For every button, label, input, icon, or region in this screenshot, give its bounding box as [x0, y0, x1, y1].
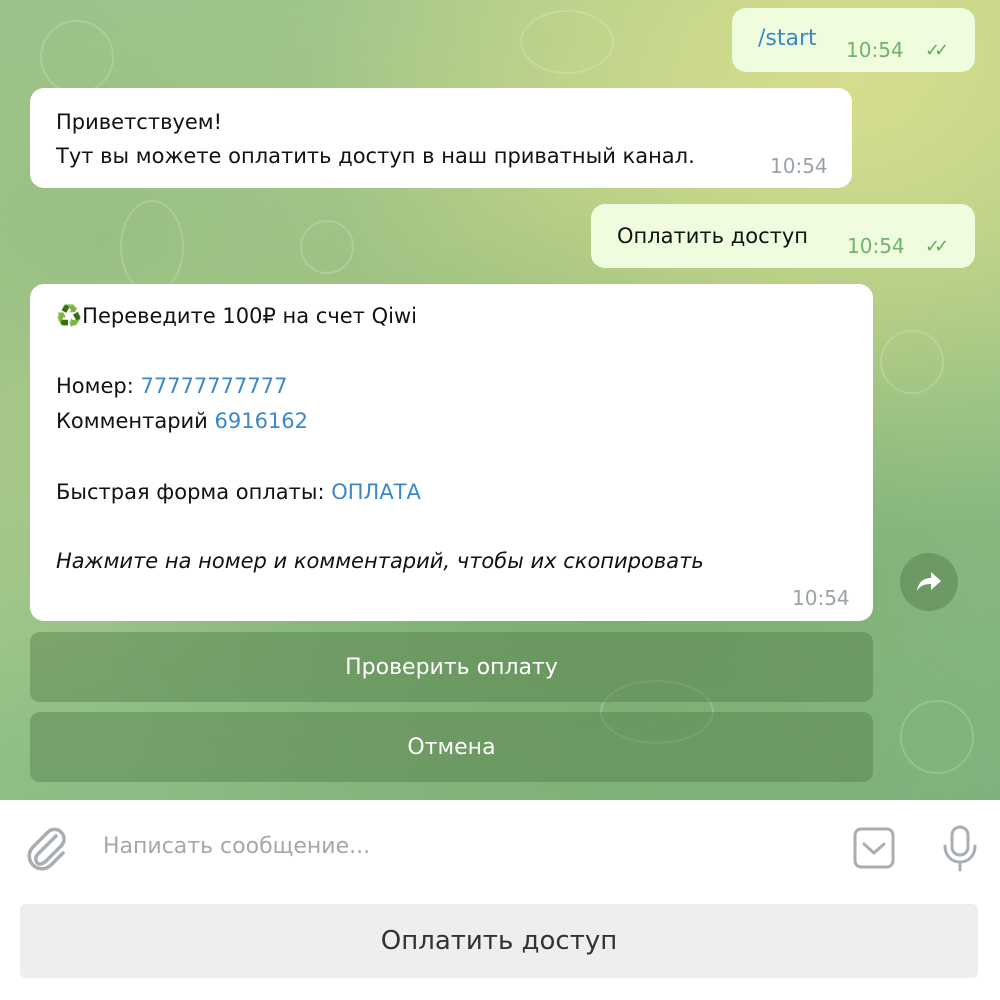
background-doodle	[300, 220, 354, 274]
check-payment-button[interactable]: Проверить оплату	[30, 632, 873, 702]
sticker-button[interactable]	[852, 826, 896, 874]
message-pay-access: Оплатить доступ 10:54 ✓✓	[591, 204, 975, 268]
message-time: 10:54	[846, 38, 904, 62]
message-payment-instructions: ♻️Переведите 100₽ на счет Qiwi Номер: 77…	[30, 284, 873, 621]
fastform-label: Быстрая форма оплаты:	[56, 480, 332, 504]
message-time: 10:54	[792, 586, 850, 610]
background-doodle	[40, 20, 114, 94]
voice-button[interactable]	[940, 824, 980, 876]
message-greeting: Приветствуем! Тут вы можете оплатить дос…	[30, 88, 852, 188]
message-input[interactable]: Написать сообщение...	[103, 834, 370, 859]
cancel-button[interactable]: Отмена	[30, 712, 873, 782]
message-text: Оплатить доступ	[617, 224, 809, 248]
recycle-icon: ♻️	[56, 304, 83, 328]
background-doodle	[120, 200, 184, 294]
fastform-payment-link[interactable]: ОПЛАТА	[331, 480, 421, 504]
message-time: 10:54	[847, 234, 905, 258]
copy-hint: Нажмите на номер и комментарий, чтобы их…	[56, 549, 704, 573]
greeting-line-1: Приветствуем!	[56, 110, 223, 134]
paperclip-icon	[27, 827, 66, 871]
forward-button[interactable]	[900, 553, 958, 611]
message-start: /start 10:54 ✓✓	[732, 8, 975, 72]
background-doodle	[880, 330, 944, 394]
forward-arrow-icon	[917, 572, 941, 591]
fastform-row: Быстрая форма оплаты: ОПЛАТА	[56, 480, 421, 504]
number-label: Номер:	[56, 374, 141, 398]
microphone-icon	[943, 825, 977, 872]
pay-access-reply-button[interactable]: Оплатить доступ	[20, 904, 978, 978]
background-doodle	[900, 700, 974, 774]
number-row: Номер: 77777777777	[56, 374, 287, 398]
comment-row: Комментарий 6916162	[56, 409, 308, 433]
start-command-link[interactable]: /start	[758, 26, 817, 51]
payment-title: Переведите 100₽ на счет Qiwi	[82, 304, 417, 328]
greeting-line-2: Тут вы можете оплатить доступ в наш прив…	[56, 144, 695, 168]
payment-title-row: ♻️Переведите 100₽ на счет Qiwi	[56, 304, 417, 329]
comment-label: Комментарий	[56, 409, 215, 433]
background-doodle	[520, 10, 614, 74]
read-checkmarks-icon: ✓✓	[925, 236, 949, 257]
sticker-icon	[853, 827, 895, 869]
message-time: 10:54	[770, 154, 828, 178]
number-value[interactable]: 77777777777	[140, 374, 287, 398]
comment-value[interactable]: 6916162	[215, 409, 309, 433]
attach-button[interactable]	[26, 826, 68, 876]
read-checkmarks-icon: ✓✓	[925, 40, 949, 61]
